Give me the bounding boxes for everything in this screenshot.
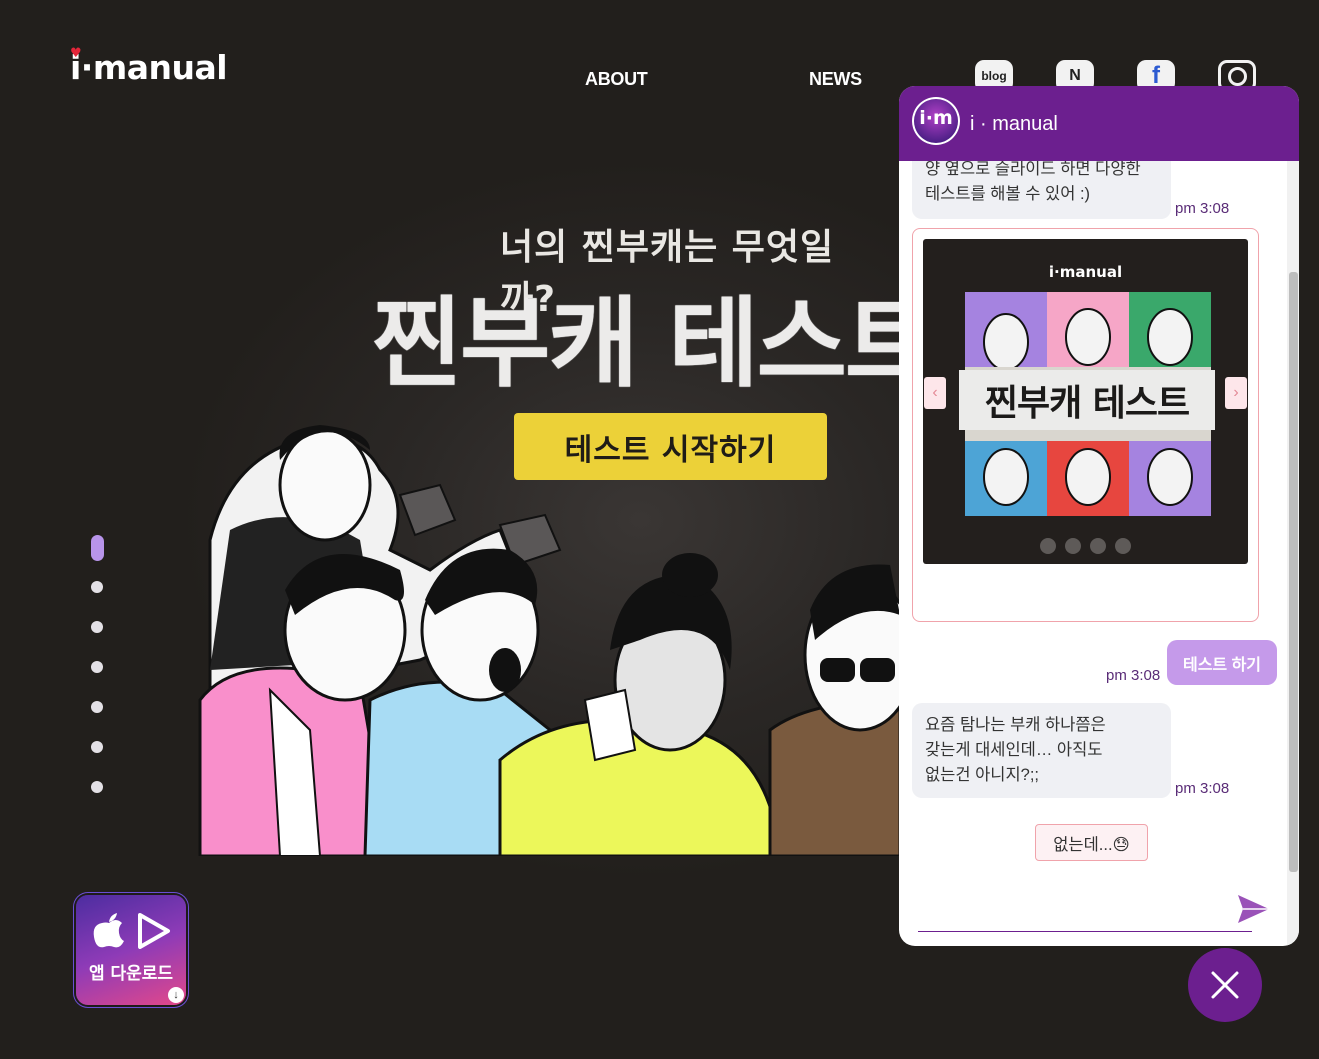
bot-message-line: 요즘 탐나는 부캐 하나쯤은 [925, 716, 1106, 734]
pager-dot-5[interactable] [91, 701, 103, 713]
user-message: 테스트 하기 [1167, 640, 1277, 685]
download-icon: ↓ [168, 987, 184, 1003]
pager-dot-1[interactable] [91, 535, 104, 561]
apple-icon [93, 913, 124, 948]
chat-header: i·m i · manual [899, 86, 1299, 161]
pager-dot-3[interactable] [91, 621, 103, 633]
nav-news[interactable]: NEWS [809, 69, 862, 90]
bot-message-line: 갖는게 대세인데… 아직도 [925, 741, 1103, 759]
send-icon[interactable] [1235, 891, 1271, 927]
heart-icon: ♥ [70, 46, 82, 61]
pager-dot-6[interactable] [91, 741, 103, 753]
nav-about[interactable]: ABOUT [585, 69, 648, 90]
naver-label: N [1069, 67, 1081, 84]
chat-title: i · manual [970, 113, 1058, 135]
card-logo: i·manual [1048, 263, 1123, 281]
play-store-icon [138, 913, 170, 949]
bot-message-line: 없는건 아니지?;; [925, 766, 1040, 784]
test-card-image[interactable]: i·manual 찐부캐 테스트 ‹ › [923, 239, 1248, 564]
app-download-button[interactable]: 앱 다운로드 ↓ [76, 895, 186, 1005]
quick-reply-button[interactable]: 없는데...😓 [1035, 824, 1148, 861]
logo-text: i·manual [70, 48, 228, 87]
bot-message-line: 테스트를 해볼 수 있어 :) [925, 185, 1091, 203]
app-download-label: 앱 다운로드 [88, 964, 174, 984]
message-timestamp: pm 3:08 [1106, 667, 1161, 684]
bot-message: 요즘 탐나는 부캐 하나쯤은 갖는게 대세인데… 아직도 없는건 아니지?;; [912, 703, 1171, 798]
card-title: 찐부캐 테스트 [959, 370, 1215, 430]
hero-illustration [198, 425, 900, 856]
chat-window: 양 옆으로 슬라이드 하면 다양한 테스트를 해볼 수 있어 :) pm 3:0… [899, 86, 1299, 946]
chat-input[interactable] [918, 891, 1252, 932]
carousel-dot-2[interactable] [1065, 538, 1081, 554]
chat-avatar-text: i·m [919, 107, 953, 129]
carousel-dot-4[interactable] [1115, 538, 1131, 554]
hero-title: 찐부캐 테스트 [372, 287, 932, 401]
carousel-dot-3[interactable] [1090, 538, 1106, 554]
instagram-lens [1227, 66, 1247, 86]
close-icon [1211, 971, 1239, 999]
pager-dot-2[interactable] [91, 581, 103, 593]
chat-scrollbar-thumb[interactable] [1289, 272, 1298, 872]
close-chat-button[interactable] [1188, 948, 1262, 1022]
carousel-next-icon[interactable]: › [1225, 377, 1247, 409]
blog-label: blog [981, 69, 1007, 83]
message-timestamp: pm 3:08 [1175, 780, 1230, 797]
carousel-prev-icon[interactable]: ‹ [924, 377, 946, 409]
logo[interactable]: ♥ i·manual [70, 46, 228, 88]
message-timestamp: pm 3:08 [1175, 200, 1230, 217]
pager-dot-4[interactable] [91, 661, 103, 673]
chat-avatar: i·m [912, 97, 960, 145]
carousel-dot-1[interactable] [1040, 538, 1056, 554]
pager-dot-7[interactable] [91, 781, 103, 793]
